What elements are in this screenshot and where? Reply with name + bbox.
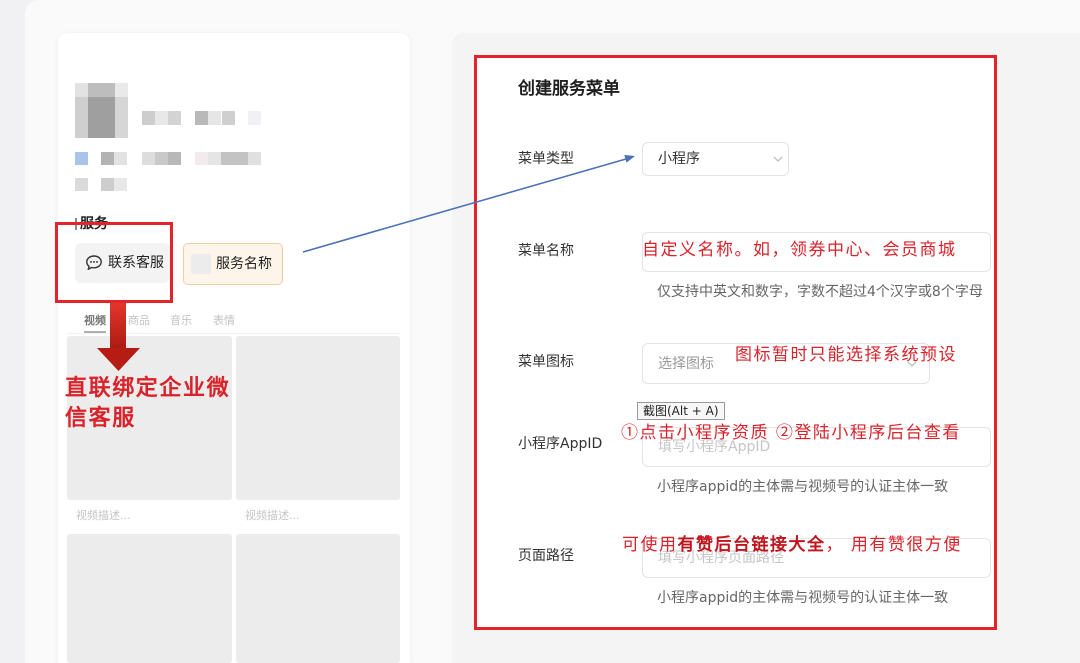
mosaic-block [168,152,181,165]
video-caption: 视频描述... [76,509,131,522]
mosaic-block [248,111,261,125]
video-thumbnail [236,534,400,663]
image-placeholder-icon [191,254,211,274]
page-path-annotation: 可使用有赞后台链接大全， 用有赞很方便 [622,535,962,555]
mosaic-block [114,152,127,165]
content-tabs: 视频 商品 音乐 表情 [67,310,400,334]
chat-bubble-icon [86,255,102,270]
appid-hint: 小程序appid的主体需与视频号的认证主体一致 [657,479,949,495]
video-card[interactable]: 视频描述... [236,336,400,533]
mosaic-block [168,111,181,125]
tab-music[interactable]: 音乐 [170,310,192,332]
mosaic-block [75,83,88,97]
contact-service-button[interactable]: 联系客服 [75,243,170,283]
tab-videos[interactable]: 视频 [84,310,106,332]
video-thumbnail [236,336,400,500]
page-path-label: 页面路径 [518,548,574,564]
active-tab-indicator [84,331,106,333]
mosaic-block [101,152,114,165]
chevron-down-icon [773,156,783,162]
mosaic-block [101,178,114,191]
mosaic-block [142,111,155,125]
screenshot-tooltip: 截图(Alt + A) [637,402,725,420]
mosaic-block [208,111,221,125]
blurred-profile-info [75,111,261,191]
profile-preview-card: 服务 联系客服 服务名称 视频 商品 音乐 表情 视频描述... 视频描述... [58,33,410,663]
menu-icon-placeholder: 选择图标 [658,356,714,372]
contact-service-label: 联系客服 [108,255,164,271]
mosaic-block [195,111,208,125]
tab-stickers[interactable]: 表情 [213,310,235,332]
video-card[interactable] [236,534,400,663]
mosaic-block [208,152,221,165]
mosaic-block [114,178,127,191]
service-name-button[interactable]: 服务名称 [183,243,283,285]
mosaic-block [195,152,208,165]
mosaic-block [115,83,128,97]
service-name-label: 服务名称 [216,256,272,272]
menu-name-annotation: 自定义名称。如，领券中心、会员商城 [642,240,957,260]
annotation-line: 直联绑定企业微 [65,375,231,401]
mosaic-block [75,178,88,191]
page-path-hint: 小程序appid的主体需与视频号的认证主体一致 [657,590,949,606]
video-card[interactable] [67,534,232,663]
form-title: 创建服务菜单 [518,79,620,99]
video-caption: 视频描述... [245,509,300,522]
mosaic-block [75,152,88,165]
menu-type-value: 小程序 [658,151,700,167]
menu-type-select[interactable]: 小程序 [642,142,789,176]
section-marker [75,218,77,230]
service-section-title: 服务 [80,216,108,232]
mosaic-block [142,152,155,165]
mosaic-block [222,111,235,125]
menu-icon-label: 菜单图标 [518,354,574,370]
menu-type-label: 菜单类型 [518,151,574,167]
menu-icon-annotation: 图标暂时只能选择系统预设 [735,345,957,365]
mosaic-block [155,111,168,125]
menu-name-hint: 仅支持中英文和数字，字数不超过4个汉字或8个字母 [657,284,983,300]
contact-service-annotation: 直联绑定企业微 信客服 [65,373,230,433]
form-panel: 创建服务菜单 菜单类型 小程序 菜单名称 仅支持中英文和数字，字数不超过4个汉字… [452,33,1080,663]
mosaic-block [221,152,248,165]
page-path-annotation-emphasis: 有赞后台链接大全 [677,535,826,555]
mosaic-block [248,152,261,165]
annotation-line: 信客服 [65,405,136,431]
page: 服务 联系客服 服务名称 视频 商品 音乐 表情 视频描述... 视频描述...… [0,0,1080,663]
tab-products[interactable]: 商品 [128,310,150,332]
appid-label: 小程序AppID [518,436,603,452]
mosaic-block [88,83,115,97]
create-service-menu-form: 创建服务菜单 菜单类型 小程序 菜单名称 仅支持中英文和数字，字数不超过4个汉字… [474,55,997,630]
page-path-annotation-part: 可使用 [622,535,678,555]
mosaic-block [155,152,168,165]
menu-name-label: 菜单名称 [518,243,574,259]
appid-annotation: ①点击小程序资质 ②登陆小程序后台查看 [621,423,961,443]
video-card[interactable]: 视频描述... [67,336,232,533]
video-thumbnail [67,534,232,663]
page-path-annotation-part: ， 用有赞很方便 [825,535,962,555]
